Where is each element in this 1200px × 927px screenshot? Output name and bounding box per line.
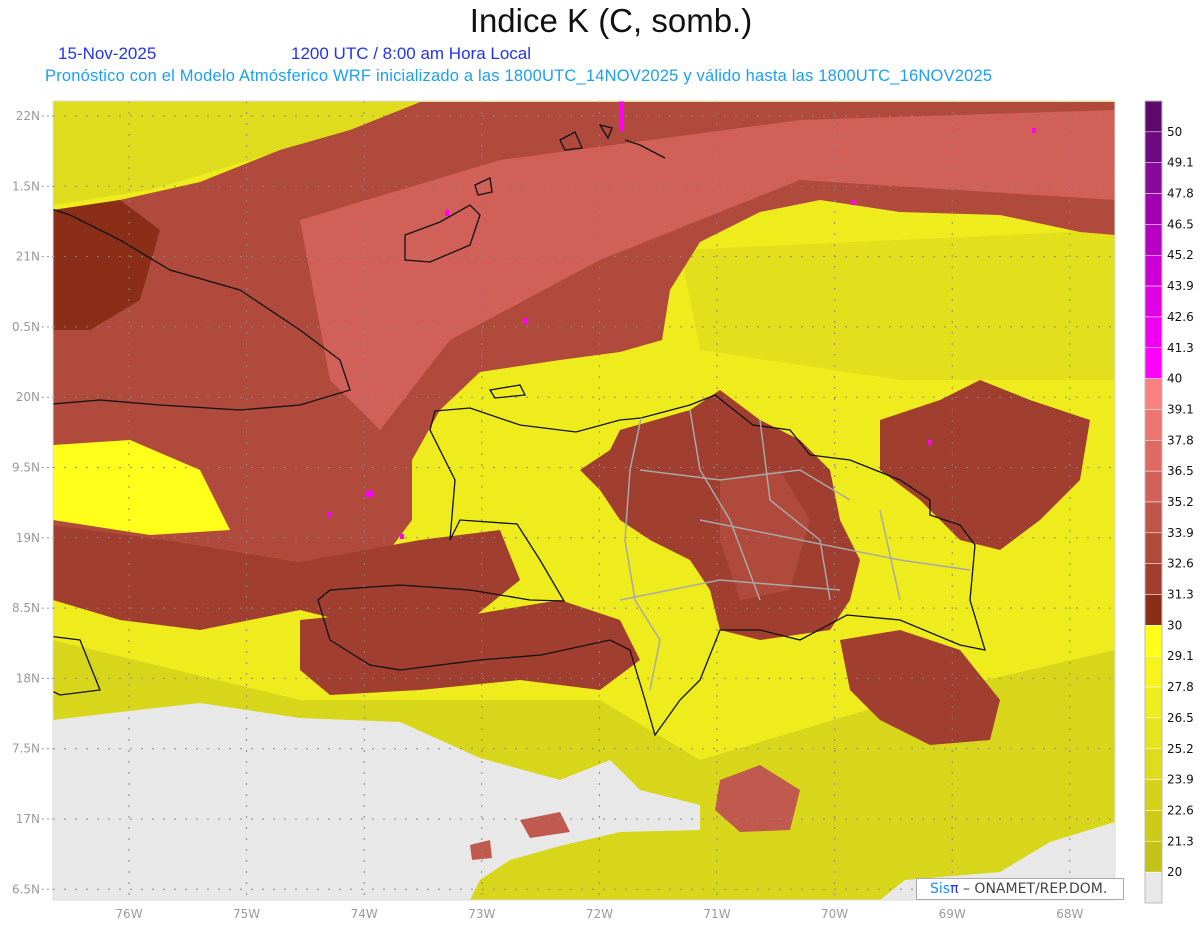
colorbar-label: 47.8 [1167, 187, 1194, 201]
lat-label: 20N [16, 390, 40, 404]
colorbar-swatch [1144, 285, 1163, 318]
colorbar-swatch [1144, 378, 1163, 410]
colorbar-swatch [1144, 162, 1163, 194]
lon-label: 73W [468, 907, 495, 921]
colorbar-label: 31.3 [1167, 588, 1194, 602]
latitude-labels: 22N 1.5N 21N 0.5N 20N 9.5N 19N 8.5N 18N 7.5N 17N 6.… [12, 109, 53, 896]
colorbar-label: 46.5 [1167, 217, 1194, 231]
lon-label: 70W [821, 907, 848, 921]
colorbar-label: 33.9 [1167, 526, 1194, 540]
colorbar-label: 43.9 [1167, 279, 1194, 293]
colorbar-label: 40 [1167, 372, 1182, 386]
model-subtitle: Pronóstico con el Modelo Atmósferico WRF… [45, 67, 993, 85]
colorbar-label: 23.9 [1167, 773, 1194, 787]
credit-brand-sis: Sis [930, 881, 951, 897]
k-index-map: 22N 1.5N 21N 0.5N 20N 9.5N 19N 8.5N 18N 7.5N 17N 6.… [12, 100, 1194, 921]
colorbar-label: 50 [1167, 125, 1182, 139]
lon-label: 71W [703, 907, 730, 921]
longitude-labels: 76W 75W 74W 73W 72W 71W 70W 69W 68W [115, 907, 1083, 921]
lat-label: 21N [16, 250, 40, 264]
colorbar-swatch [1144, 779, 1163, 811]
colorbar: 50 49.1 47.8 46.5 45.2 43.9 42.6 41.3 40 39.1 37.8… [1144, 100, 1194, 904]
credit-brand-pi: π [950, 881, 959, 897]
colorbar-label: 21.3 [1167, 834, 1194, 848]
colorbar-swatch [1144, 841, 1163, 873]
colorbar-label: 37.8 [1167, 433, 1194, 447]
colorbar-swatch [1144, 224, 1163, 256]
lat-label: 7.5N [12, 742, 40, 756]
lat-label: 22N [16, 109, 40, 123]
lat-label: 19N [16, 531, 40, 545]
credit-box: Sisπ – ONAMET/REP.DOM. [916, 878, 1124, 900]
colorbar-swatch [1144, 470, 1163, 503]
colorbar-swatch [1144, 655, 1163, 688]
colorbar-label: 27.8 [1167, 680, 1194, 694]
colorbar-swatch [1144, 501, 1163, 534]
lat-label: 9.5N [12, 461, 40, 475]
map-field [53, 101, 1115, 900]
colorbar-swatch [1144, 717, 1163, 750]
colorbar-swatch [1144, 686, 1163, 719]
lat-label: 6.5N [12, 882, 40, 896]
colorbar-swatch [1144, 347, 1163, 379]
colorbar-swatch [1144, 594, 1163, 626]
colorbar-label: 42.6 [1167, 310, 1194, 324]
colorbar-swatch [1144, 748, 1163, 780]
colorbar-label: 22.6 [1167, 803, 1194, 817]
map-title: Indice K (C, somb.) [469, 2, 753, 39]
colorbar-swatch [1144, 810, 1163, 842]
colorbar-swatch [1144, 100, 1163, 133]
lat-label: 17N [16, 812, 40, 826]
colorbar-swatch [1144, 871, 1163, 904]
colorbar-label: 45.2 [1167, 248, 1194, 262]
colorbar-label: 20 [1167, 865, 1182, 879]
lon-label: 74W [351, 907, 378, 921]
colorbar-swatch [1144, 254, 1163, 287]
colorbar-label: 26.5 [1167, 711, 1194, 725]
colorbar-swatch [1144, 625, 1163, 657]
colorbar-label: 29.1 [1167, 649, 1194, 663]
colorbar-label: 32.6 [1167, 557, 1194, 571]
colorbar-label: 41.3 [1167, 341, 1194, 355]
colorbar-label: 30 [1167, 618, 1182, 632]
lat-label: 8.5N [12, 601, 40, 615]
lon-label: 68W [1056, 907, 1083, 921]
colorbar-swatch [1144, 440, 1163, 472]
colorbar-label: 36.5 [1167, 464, 1194, 478]
colorbar-swatch [1144, 532, 1163, 564]
lon-label: 72W [586, 907, 613, 921]
colorbar-swatch [1144, 193, 1163, 225]
colorbar-swatch [1144, 131, 1163, 163]
colorbar-label: 25.2 [1167, 742, 1194, 756]
lon-label: 75W [233, 907, 260, 921]
credit-text: – ONAMET/REP.DOM. [962, 881, 1108, 897]
lat-label: 18N [16, 671, 40, 685]
colorbar-swatch [1144, 409, 1163, 441]
lat-label: 1.5N [12, 179, 40, 193]
colorbar-label: 49.1 [1167, 156, 1194, 170]
colorbar-label: 39.1 [1167, 402, 1194, 416]
colorbar-label: 35.2 [1167, 495, 1194, 509]
colorbar-swatch [1144, 563, 1163, 595]
lon-label: 76W [115, 907, 142, 921]
colorbar-swatch [1144, 316, 1163, 349]
forecast-time: 1200 UTC / 8:00 am Hora Local [291, 44, 532, 63]
forecast-date: 15-Nov-2025 [58, 44, 157, 63]
lat-label: 0.5N [12, 320, 40, 334]
lon-label: 69W [939, 907, 966, 921]
